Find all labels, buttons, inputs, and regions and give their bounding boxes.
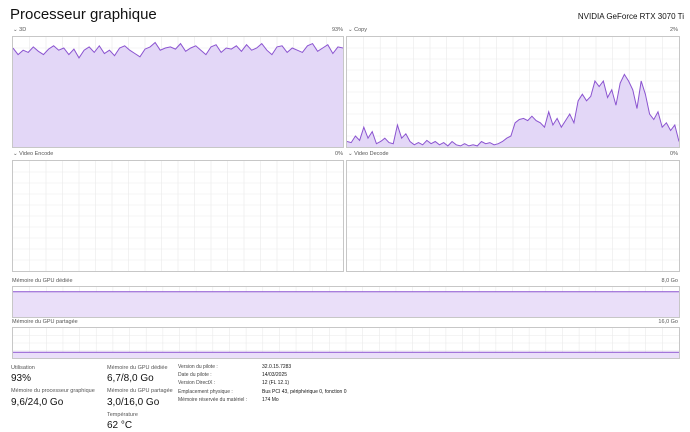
shared-memory-label: Mémoire du GPU partagée <box>12 319 78 325</box>
engine-decode-label: Video Decode <box>354 151 389 157</box>
memory-fill <box>13 352 679 358</box>
engine-3d-label: 3D <box>19 27 27 33</box>
engine-decode-selector[interactable]: ⌄ Video Decode <box>348 151 389 157</box>
engine-encode-selector[interactable]: ⌄ Video Encode <box>13 151 53 157</box>
dedicated-memory-graph <box>12 286 680 318</box>
shared-memory-max: 16,0 Go <box>658 319 678 325</box>
engine-encode-max: 0% <box>335 151 343 157</box>
shared-stat-label: Mémoire du GPU partagée <box>107 388 173 394</box>
engine-decode-max: 0% <box>670 151 678 157</box>
engine-encode-graph <box>12 160 344 272</box>
info-key-location: Emplacement physique : <box>178 389 233 395</box>
info-value-reserved: 174 Mo <box>262 397 279 403</box>
engine-copy-label: Copy <box>354 27 367 33</box>
info-value-directx: 12 (FL 12.1) <box>262 380 290 386</box>
info-value-driver-version: 32.0.15.7283 <box>262 364 292 370</box>
series-area <box>13 42 343 147</box>
shared-memory-chart <box>13 328 679 358</box>
engine-3d-selector[interactable]: ⌄ 3D <box>13 27 26 33</box>
info-key-driver-version: Version du pilote : <box>178 364 218 370</box>
engine-copy-max: 2% <box>670 27 678 33</box>
utilization-label: Utilisation <box>11 365 35 371</box>
info-value-location: Bus PCI 43, périphérique 0, fonction 0 <box>262 389 347 395</box>
engine-3d-graph <box>12 36 344 148</box>
engine-decode-graph <box>346 160 680 272</box>
info-value-driver-date: 14/03/2025 <box>262 372 288 378</box>
engine-encode-chart <box>13 161 343 271</box>
chevron-down-icon: ⌄ <box>13 151 18 157</box>
shared-memory-graph <box>12 327 680 359</box>
engine-decode-chart <box>347 161 679 271</box>
engine-copy-graph <box>346 36 680 148</box>
chevron-down-icon: ⌄ <box>348 151 353 157</box>
engine-copy-chart <box>347 37 679 147</box>
dedicated-stat-value: 6,7/8,0 Go <box>107 373 154 384</box>
utilization-value: 93% <box>11 373 32 384</box>
engine-3d-max: 93% <box>331 27 343 33</box>
gpu-memory-value: 9,6/24,0 Go <box>11 397 64 408</box>
info-key-driver-date: Date du pilote : <box>178 372 212 378</box>
engine-copy-selector[interactable]: ⌄ Copy <box>348 27 367 33</box>
dedicated-memory-chart <box>13 287 679 317</box>
page-title: Processeur graphique <box>10 6 157 23</box>
temperature-label: Température <box>107 412 138 418</box>
info-key-directx: Version DirectX : <box>178 380 216 386</box>
gpu-memory-label: Mémoire du processeur graphique <box>11 388 95 394</box>
engine-3d-chart <box>13 37 343 147</box>
dedicated-memory-label: Mémoire du GPU dédiée <box>12 278 73 284</box>
gpu-name: NVIDIA GeForce RTX 3070 Ti <box>577 12 684 21</box>
shared-stat-value: 3,0/16,0 Go <box>107 397 160 408</box>
temperature-value: 62 °C <box>107 420 133 431</box>
chevron-down-icon: ⌄ <box>348 27 353 33</box>
engine-encode-label: Video Encode <box>19 151 54 157</box>
memory-fill <box>13 291 679 317</box>
dedicated-stat-label: Mémoire du GPU dédiée <box>107 365 168 371</box>
dedicated-memory-max: 8,0 Go <box>661 278 678 284</box>
info-key-reserved: Mémoire réservée du matériel : <box>178 397 248 403</box>
chevron-down-icon: ⌄ <box>13 27 18 33</box>
